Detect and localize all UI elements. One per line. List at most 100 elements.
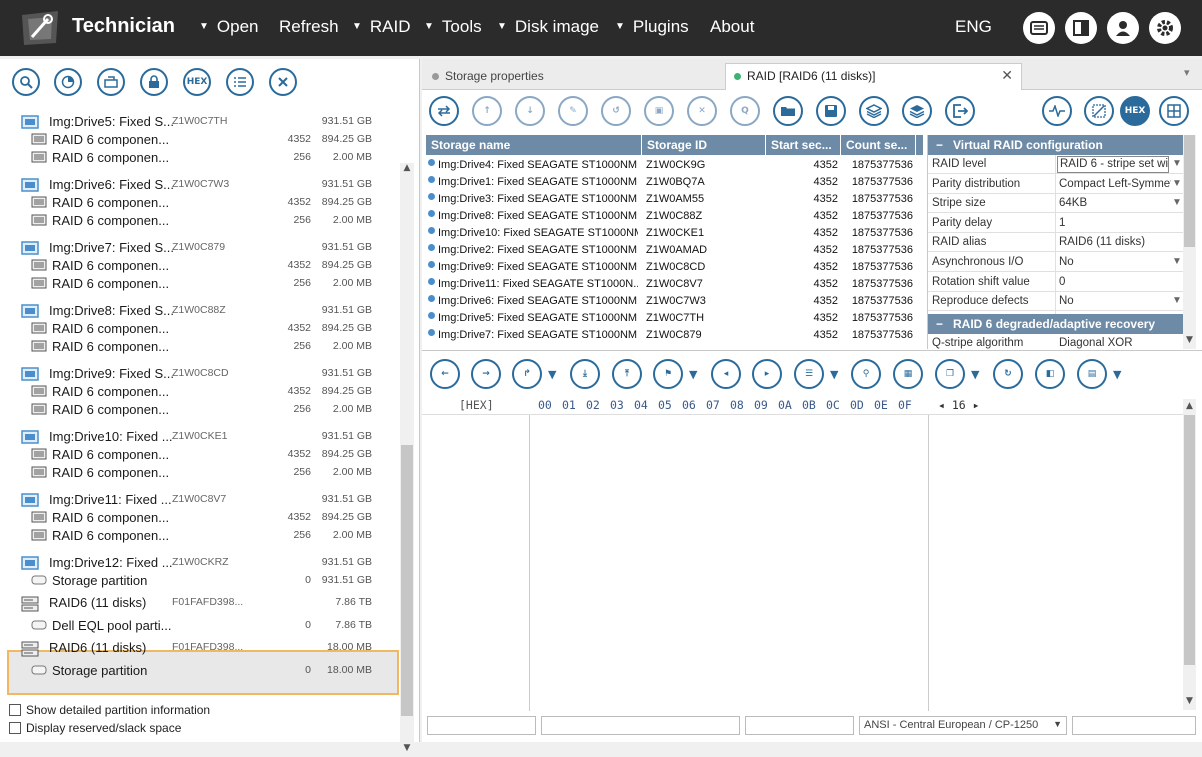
mount-button[interactable] [97, 68, 125, 96]
hex-layout-button[interactable]: ▦ [893, 359, 923, 389]
tree-item[interactable]: Img:Drive10: Fixed ... Z1W0CKE1 931.51 GB [0, 428, 400, 446]
hex-prev-bookmark-button[interactable]: ◂ [711, 359, 741, 389]
scroll-down-icon[interactable]: ▼ [400, 743, 414, 757]
arrow-right-icon[interactable]: ▸ [966, 398, 980, 412]
tree-item[interactable]: RAID 6 componen... 256 2.00 MB [0, 275, 400, 293]
query-button[interactable]: Q [730, 96, 760, 126]
col-storage-id[interactable]: Storage ID [642, 135, 766, 155]
tree-item[interactable]: RAID 6 componen... 4352 894.25 GB [0, 446, 400, 464]
encoding-select[interactable]: ANSI - Central European / CP-1250 ▼ [859, 716, 1067, 735]
tree-item[interactable]: Img:Drive12: Fixed ... Z1W0CKRZ 931.51 GB [0, 554, 400, 572]
hex-back-button[interactable]: ← [430, 359, 460, 389]
hex-button[interactable]: HEX [183, 68, 211, 96]
export-button[interactable] [945, 96, 975, 126]
tree-item[interactable]: Img:Drive11: Fixed ... Z1W0C8V7 931.51 GB [0, 491, 400, 509]
col-storage-name[interactable]: Storage name [426, 135, 642, 155]
scroll-up-icon[interactable]: ▲ [1183, 401, 1196, 411]
tree-item[interactable]: Storage partition 0 931.51 GB [0, 572, 400, 590]
hex-find-button[interactable]: ⚲ [851, 359, 881, 389]
hex-scrollbar[interactable]: ▲ ▼ [1183, 399, 1196, 710]
chevron-down-icon[interactable]: ▼ [548, 368, 556, 381]
tab-menu-icon[interactable]: ▾ [1184, 66, 1190, 79]
arrow-left-icon[interactable]: ◂ [938, 398, 952, 412]
tab-storage-properties[interactable]: Storage properties [432, 64, 732, 89]
table-row[interactable]: Img:Drive1: Fixed SEAGATE ST1000NM... Z1W… [426, 174, 923, 191]
layers-add-button[interactable] [859, 96, 889, 126]
hex-list-button[interactable]: ☰ [794, 359, 824, 389]
tree-item[interactable]: RAID 6 componen... 256 2.00 MB [0, 401, 400, 419]
activity-button[interactable] [1042, 96, 1072, 126]
chevron-down-icon[interactable]: ▼ [1172, 158, 1182, 169]
table-row[interactable]: Img:Drive10: Fixed SEAGATE ST1000NM... Z1… [426, 225, 923, 242]
chevron-down-icon[interactable]: ▼ [689, 368, 697, 381]
menu-refresh[interactable]: Refresh [279, 17, 339, 37]
user-button[interactable] [1107, 12, 1139, 44]
col-start-sector[interactable]: Start sec... [766, 135, 841, 155]
close-button[interactable] [269, 68, 297, 96]
raid-build-button[interactable] [429, 96, 459, 126]
edit-button[interactable]: ✎ [558, 96, 588, 126]
messages-button[interactable] [1023, 12, 1055, 44]
tree-item[interactable]: Img:Drive7: Fixed S... Z1W0C879 931.51 GB [0, 239, 400, 257]
hex-save-button[interactable]: ▤ [1077, 359, 1107, 389]
chart-button[interactable] [1084, 96, 1114, 126]
language-selector[interactable]: ENG [955, 17, 992, 37]
scroll-down-icon[interactable]: ▼ [1183, 335, 1196, 345]
table-row[interactable]: Img:Drive8: Fixed SEAGATE ST1000NM... Z1W… [426, 208, 923, 225]
tree-item[interactable]: Img:Drive6: Fixed S... Z1W0C7W3 931.51 GB [0, 176, 400, 194]
tree-item[interactable]: RAID 6 componen... 4352 894.25 GB [0, 194, 400, 212]
hex-width-control[interactable]: ◂ 16 ▸ [938, 398, 980, 412]
remove-button[interactable]: ✕ [687, 96, 717, 126]
tree-item[interactable]: RAID 6 componen... 4352 894.25 GB [0, 509, 400, 527]
tree-item[interactable]: RAID 6 componen... 256 2.00 MB [0, 527, 400, 545]
list-button[interactable] [226, 68, 254, 96]
undo-button[interactable]: ↺ [601, 96, 631, 126]
section-raid6-recovery[interactable]: − RAID 6 degraded/adaptive recovery [928, 314, 1183, 334]
chevron-down-icon[interactable]: ▼ [1172, 197, 1182, 208]
tree-item[interactable]: Img:Drive8: Fixed S... Z1W0C88Z 931.51 GB [0, 302, 400, 320]
menu-raid[interactable]: ▼ RAID [352, 17, 411, 37]
scroll-down-icon[interactable]: ▼ [1183, 696, 1196, 706]
hex-view-button[interactable]: HEX [1120, 96, 1150, 126]
tab-raid[interactable]: RAID [RAID6 (11 disks)] ✕ [725, 63, 1022, 90]
menu-tools[interactable]: ▼ Tools [424, 17, 482, 37]
tab-close-icon[interactable]: ✕ [1001, 67, 1013, 84]
hex-forward-button[interactable]: → [471, 359, 501, 389]
tree-item[interactable]: RAID6 (11 disks) F01FAFD398... 7.86 TB [0, 594, 400, 612]
hex-refresh-button[interactable]: ↻ [993, 359, 1023, 389]
menu-open[interactable]: ▼ Open [199, 17, 259, 37]
tree-item[interactable]: Img:Drive9: Fixed S... Z1W0C8CD 931.51 GB [0, 365, 400, 383]
settings-button[interactable] [1149, 12, 1181, 44]
tree-item[interactable]: RAID 6 componen... 4352 894.25 GB [0, 320, 400, 338]
chevron-down-icon[interactable]: ▼ [1172, 295, 1182, 306]
menu-plugins[interactable]: ▼ Plugins [615, 17, 689, 37]
find-button[interactable] [12, 68, 40, 96]
tree-item[interactable]: RAID 6 componen... 4352 894.25 GB [0, 131, 400, 149]
table-row[interactable]: Img:Drive11: Fixed SEAGATE ST1000N... Z1W… [426, 276, 923, 293]
move-down-button[interactable]: ↓ [515, 96, 545, 126]
chevron-down-icon[interactable]: ▼ [1113, 368, 1121, 381]
section-virtual-raid-config[interactable]: − Virtual RAID configuration [928, 135, 1183, 155]
tree-item[interactable]: RAID 6 componen... 4352 894.25 GB [0, 383, 400, 401]
hex-copy-button[interactable]: ❐ [935, 359, 965, 389]
save-button[interactable] [816, 96, 846, 126]
table-row[interactable]: Img:Drive2: Fixed SEAGATE ST1000NM... Z1W… [426, 242, 923, 259]
tree-item[interactable]: RAID 6 componen... 256 2.00 MB [0, 212, 400, 230]
table-row[interactable]: Img:Drive6: Fixed SEAGATE ST1000NM... Z1W… [426, 293, 923, 310]
table-row[interactable]: Img:Drive5: Fixed SEAGATE ST1000NM... Z1W… [426, 310, 923, 327]
scan-button[interactable] [54, 68, 82, 96]
chevron-down-icon[interactable]: ▼ [830, 368, 838, 381]
hex-upload-button[interactable]: ⤒ [612, 359, 642, 389]
hex-view[interactable] [422, 414, 1196, 711]
tree-item[interactable]: Img:Drive5: Fixed S... Z1W0C7TH 931.51 GB [0, 113, 400, 131]
tree-scrollbar[interactable]: ▲ ▼ [400, 163, 414, 757]
scroll-up-icon[interactable]: ▲ [400, 163, 414, 177]
tree-item[interactable]: RAID 6 componen... 256 2.00 MB [0, 149, 400, 167]
scroll-thumb[interactable] [401, 445, 413, 716]
move-up-button[interactable]: ↑ [472, 96, 502, 126]
scroll-thumb[interactable] [1184, 135, 1195, 247]
hex-panel-button[interactable]: ◧ [1035, 359, 1065, 389]
chevron-down-icon[interactable]: ▼ [971, 368, 979, 381]
col-count-sectors[interactable]: Count se... [841, 135, 916, 155]
chip-button[interactable]: ▣ [644, 96, 674, 126]
